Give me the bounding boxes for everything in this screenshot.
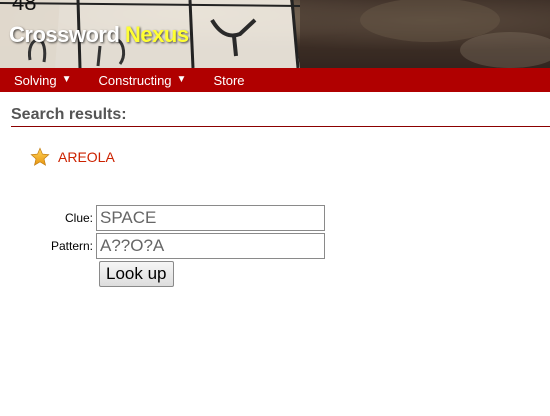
search-results-heading: Search results: [11,106,550,127]
nav-solving[interactable]: Solving ▼ [14,73,72,88]
crossword-clue-number: 48 [12,0,37,15]
site-title[interactable]: Crossword Nexus [9,22,189,48]
pattern-row: Pattern: [0,232,550,260]
clue-input[interactable] [96,205,325,231]
pattern-input[interactable] [96,233,325,259]
nav-solving-label: Solving [14,72,57,88]
clue-row: Clue: [0,204,550,232]
site-title-crossword: Crossword [9,22,120,47]
nav-store-label: Store [213,72,245,88]
main-navbar: Solving ▼ Constructing ▼ Store [0,68,550,92]
star-icon[interactable] [30,147,50,167]
clue-label: Clue: [64,211,93,225]
header-banner: 48 Crossword Nexus [0,0,550,68]
nav-constructing[interactable]: Constructing ▼ [99,73,187,88]
pattern-label: Pattern: [50,239,93,253]
site-title-nexus: Nexus [125,22,189,47]
look-up-button[interactable]: Look up [99,261,174,287]
button-row: Look up [0,261,550,287]
nav-store[interactable]: Store [213,73,244,88]
lookup-form: Clue: Pattern: Look up [0,204,550,287]
result-link-areola[interactable]: AREOLA [58,149,115,165]
nav-constructing-label: Constructing [98,72,172,88]
list-item: AREOLA [30,147,550,167]
chevron-down-icon: ▼ [61,74,72,85]
chevron-down-icon: ▼ [176,74,187,85]
